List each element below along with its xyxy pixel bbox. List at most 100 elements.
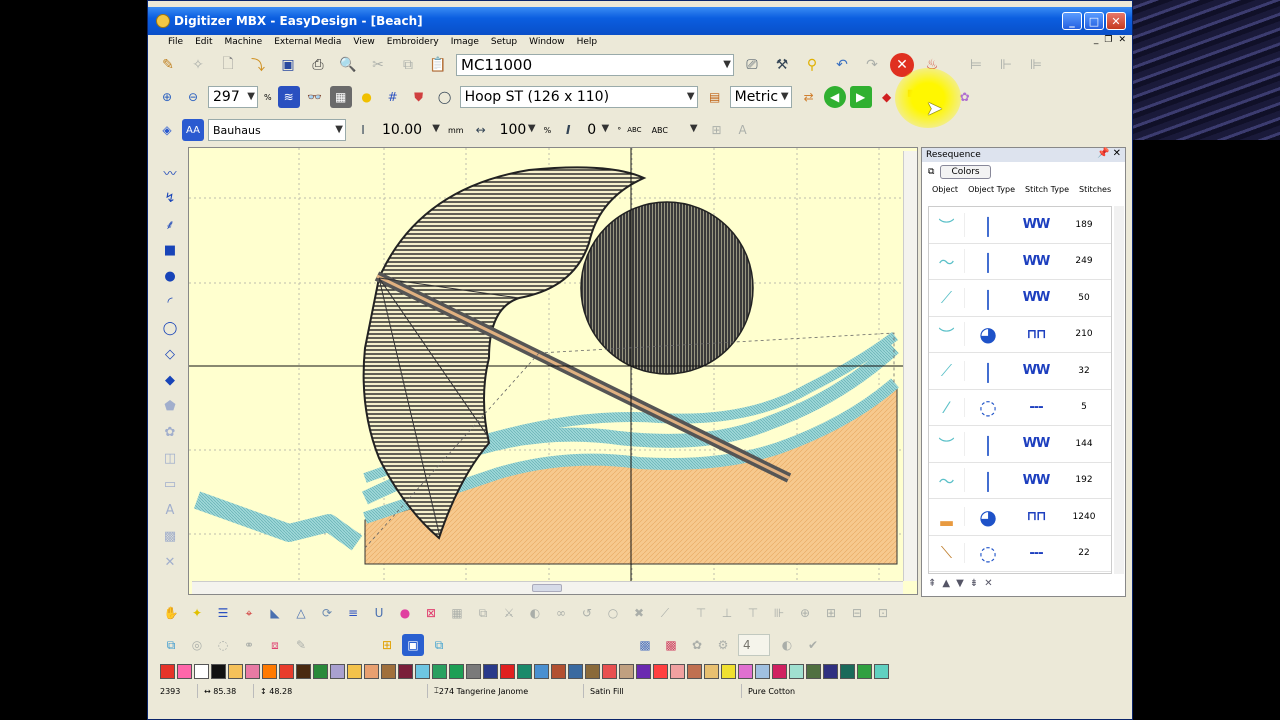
slow-redraw-icon[interactable]: ⇄	[798, 86, 820, 108]
resequence-scrollbar[interactable]	[1114, 206, 1124, 574]
background-image-icon[interactable]: ▦	[329, 86, 352, 108]
weld-icon[interactable]: ◐	[524, 602, 546, 624]
color-block-icon[interactable]: ▣	[402, 634, 424, 656]
grid-fill-icon[interactable]: ▩	[634, 634, 656, 656]
palette-swatch[interactable]	[687, 664, 702, 679]
units-select[interactable]: Metric ▼	[729, 86, 792, 108]
size-icon[interactable]: ⊞	[820, 602, 842, 624]
zoom-out-icon[interactable]: ⊖	[182, 86, 204, 108]
new-file-icon[interactable]: 🗋	[216, 53, 240, 77]
monogram-icon[interactable]: ◫	[158, 447, 182, 469]
delete-icon[interactable]: ✕	[984, 578, 992, 589]
hoop-icon[interactable]: ◯	[434, 86, 456, 108]
reshape-icon[interactable]: ⌖	[238, 602, 260, 624]
previous-color-icon[interactable]: ◀	[823, 86, 846, 108]
palette-swatch[interactable]	[789, 664, 804, 679]
move-first-icon[interactable]: ⇞	[928, 578, 936, 589]
print-icon[interactable]: ⎙	[306, 53, 330, 77]
copy-icon[interactable]: ⧉	[396, 53, 420, 77]
palette-swatch[interactable]	[721, 664, 736, 679]
palette-swatch[interactable]	[551, 664, 566, 679]
canvas-horizontal-scrollbar[interactable]	[192, 581, 903, 594]
fill-block-icon[interactable]: ■	[158, 239, 182, 261]
menu-embroidery[interactable]: Embroidery	[387, 37, 439, 47]
width-icon[interactable]: ↔	[470, 119, 492, 141]
menu-machine[interactable]: Machine	[225, 37, 263, 47]
list-item[interactable]: ︶ ❘ WW 144	[929, 426, 1111, 463]
mdi-close-button[interactable]: ✕	[1118, 35, 1126, 45]
arc-text-label[interactable]: ABC	[627, 126, 641, 134]
list-item[interactable]: ▂ ◕ ⊓⊓ 1240	[929, 499, 1111, 536]
palette-swatch[interactable]	[772, 664, 787, 679]
machine-send-icon[interactable]: ⎚	[740, 53, 764, 77]
zoom-in-icon[interactable]: ⊕	[156, 86, 178, 108]
rotate-ccw-icon[interactable]: ↺	[576, 602, 598, 624]
frame-icon[interactable]: ⧈	[264, 634, 286, 656]
undo-icon[interactable]: ↶	[830, 53, 854, 77]
palette-swatch[interactable]	[738, 664, 753, 679]
font-select[interactable]: Bauhaus ▼	[208, 119, 346, 141]
palette-swatch[interactable]	[704, 664, 719, 679]
palette-swatch[interactable]	[755, 664, 770, 679]
align-center-icon[interactable]: ⊩	[994, 53, 1018, 77]
palette-swatch[interactable]	[449, 664, 464, 679]
group-icon[interactable]: ⧉	[472, 602, 494, 624]
shape-icon[interactable]: ⬟	[158, 395, 182, 417]
wrench-icon[interactable]: ✖	[628, 602, 650, 624]
resequence-list[interactable]: ︶ ❘ WW 189 ～ ❘ WW 249 ⟋ ❘ WW 50 ︶ ◕ ⊓⊓ 210 ⟋ ❘ WW 32 ⁄ ◌…	[928, 206, 1112, 574]
align-middle-icon[interactable]: ⊥	[716, 602, 738, 624]
save-icon[interactable]: ▣	[276, 53, 300, 77]
list-item[interactable]: ︶ ❘ WW 189	[929, 207, 1111, 244]
width-input[interactable]: 100 ▼	[496, 119, 538, 141]
cut-icon[interactable]: ✂	[366, 53, 390, 77]
menu-view[interactable]: View	[353, 37, 374, 47]
menu-image[interactable]: Image	[451, 37, 479, 47]
pencil-icon[interactable]: ✎	[156, 53, 180, 77]
menu-window[interactable]: Window	[529, 37, 565, 47]
palette-swatch[interactable]	[874, 664, 889, 679]
manual-stitch-icon[interactable]: ↯	[158, 187, 182, 209]
appliqué-icon[interactable]: ✿	[158, 421, 182, 443]
add-letter-icon[interactable]: ⊞	[706, 119, 728, 141]
menu-external-media[interactable]: External Media	[274, 37, 341, 47]
pen-icon[interactable]: ✎	[290, 634, 312, 656]
menu-setup[interactable]: Setup	[491, 37, 517, 47]
palette-swatch[interactable]	[415, 664, 430, 679]
palette-swatch[interactable]	[636, 664, 651, 679]
circle-icon[interactable]: ○	[602, 602, 624, 624]
palette-swatch[interactable]	[806, 664, 821, 679]
knife-icon[interactable]: ⚔	[498, 602, 520, 624]
diamond-icon[interactable]: ◆	[158, 369, 182, 391]
palette-swatch[interactable]	[398, 664, 413, 679]
palette-swatch[interactable]	[177, 664, 192, 679]
palette-swatch[interactable]	[194, 664, 209, 679]
hoop-select[interactable]: Hoop ST (126 x 110) ▼	[459, 86, 698, 108]
text-tool-icon[interactable]: ◈	[156, 119, 178, 141]
palette-swatch[interactable]	[330, 664, 345, 679]
grid-cross-icon[interactable]: ▩	[660, 634, 682, 656]
canvas-vertical-scrollbar[interactable]	[903, 151, 917, 581]
move-down-icon[interactable]: ▼	[956, 578, 964, 589]
palette-swatch[interactable]	[653, 664, 668, 679]
spin-input[interactable]: 4	[738, 634, 770, 656]
run-stitch-icon[interactable]: 〰	[158, 161, 182, 183]
align-right-icon[interactable]: ⊫	[1024, 53, 1048, 77]
glasses-icon[interactable]: 👓	[304, 86, 326, 108]
palette-swatch[interactable]	[211, 664, 226, 679]
mdi-minimize-button[interactable]: _	[1094, 35, 1099, 45]
paste-icon[interactable]: 📋	[426, 53, 450, 77]
redo-icon[interactable]: ↷	[860, 53, 884, 77]
search-design-icon[interactable]: ⚲	[800, 53, 824, 77]
mdi-restore-button[interactable]: ❐	[1104, 35, 1112, 45]
list-item[interactable]: ⁄ ◌ --- 5	[929, 390, 1111, 426]
align-left-icon[interactable]: ⊨	[964, 53, 988, 77]
select-star-icon[interactable]: ✦	[186, 602, 208, 624]
close-button[interactable]: ✕	[1106, 12, 1126, 30]
center-icon[interactable]: ⊕	[794, 602, 816, 624]
half-circle-icon[interactable]: ◐	[776, 634, 798, 656]
thread-colors-icon[interactable]: ●	[356, 86, 378, 108]
palette-swatch[interactable]	[313, 664, 328, 679]
menu-file[interactable]: File	[168, 37, 183, 47]
menu-edit[interactable]: Edit	[195, 37, 212, 47]
lettering-icon[interactable]: A	[158, 499, 182, 521]
